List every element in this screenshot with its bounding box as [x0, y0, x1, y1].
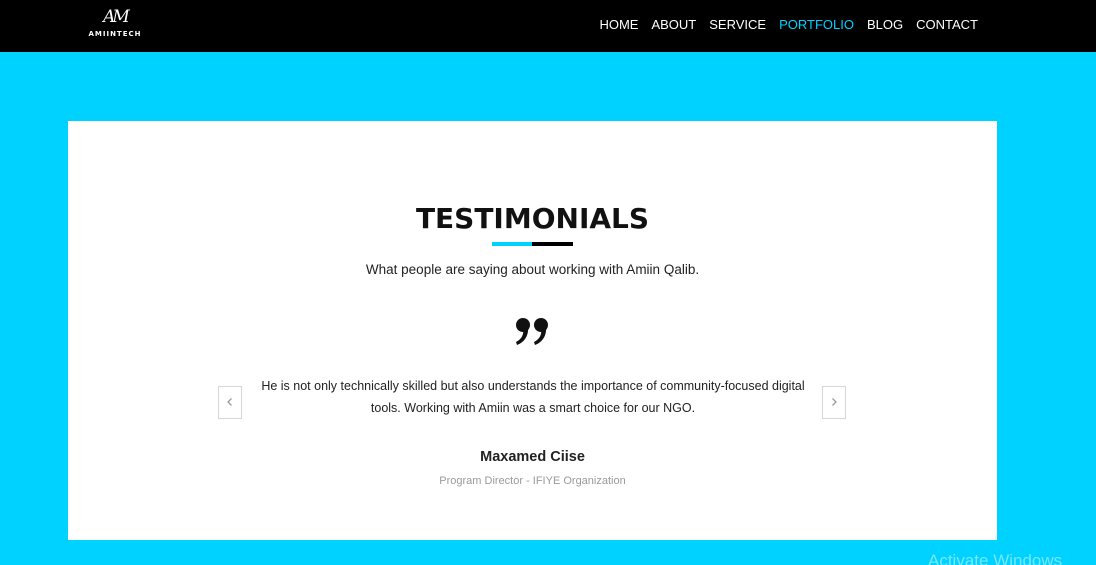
main-nav: HOME ABOUT SERVICE PORTFOLIO BLOG CONTAC…	[586, 17, 978, 33]
nav-blog[interactable]: BLOG	[867, 17, 903, 33]
testimonial-author: Maxamed Ciise	[480, 449, 585, 465]
testimonial-quote: He is not only technically skilled but a…	[261, 379, 805, 415]
brand-logo[interactable]: AM AMIINTECH	[84, 6, 146, 42]
chevron-right-icon	[830, 394, 838, 412]
testimonials-card: TESTIMONIALS What people are saying abou…	[68, 121, 997, 540]
testimonial-role: Program Director - IFIYE Organization	[439, 475, 626, 487]
section-subtitle: What people are saying about working wit…	[365, 262, 700, 277]
nav-contact[interactable]: CONTACT	[916, 17, 978, 33]
section-title: TESTIMONIALS	[415, 202, 650, 235]
next-testimonial-button[interactable]	[822, 386, 846, 419]
logo-text: AMIINTECH	[88, 30, 142, 38]
nav-about[interactable]: ABOUT	[651, 17, 696, 33]
underline-accent	[492, 242, 532, 246]
nav-service[interactable]: SERVICE	[709, 17, 766, 33]
nav-home[interactable]: HOME	[599, 17, 638, 33]
os-activation-watermark: Activate Windows	[928, 551, 1063, 565]
prev-testimonial-button[interactable]	[218, 386, 242, 419]
title-underline	[492, 242, 573, 246]
navbar: AM AMIINTECH HOME ABOUT SERVICE PORTFOLI…	[0, 0, 1096, 52]
chevron-left-icon	[226, 394, 234, 412]
quote-icon	[514, 317, 551, 347]
underline-dark	[532, 242, 573, 246]
nav-portfolio[interactable]: PORTFOLIO	[779, 17, 854, 33]
logo-mark: AM	[103, 7, 130, 27]
